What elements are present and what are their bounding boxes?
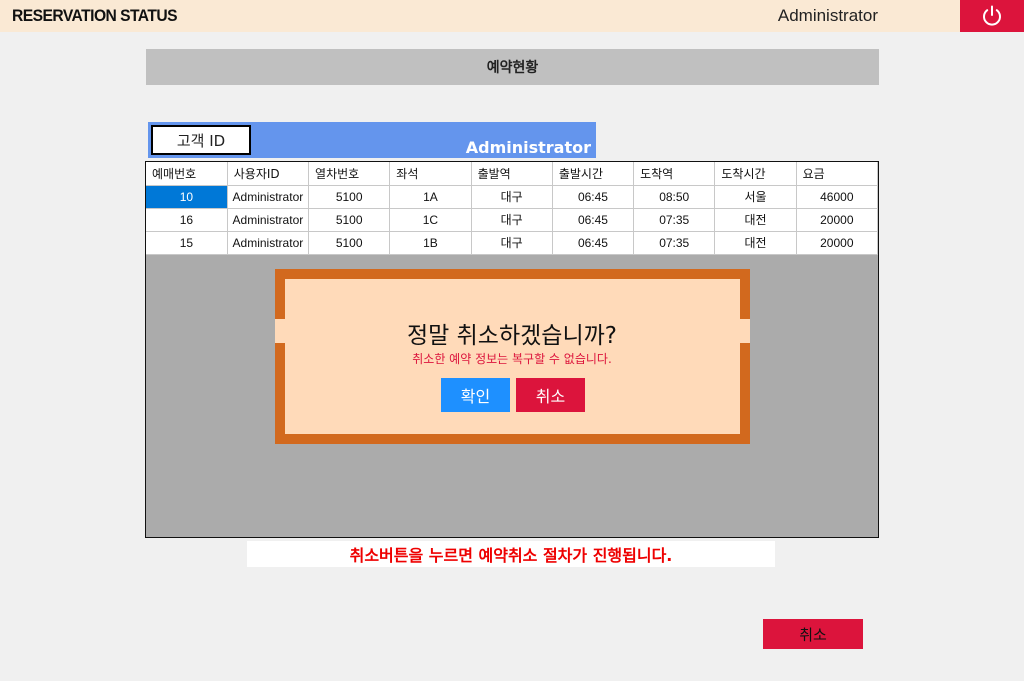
column-header[interactable]: 좌석 (389, 162, 472, 186)
table-cell[interactable]: 5100 (308, 208, 391, 232)
table-cell[interactable]: 1A (389, 185, 472, 209)
table-cell[interactable]: 07:35 (633, 231, 716, 255)
table-cell[interactable]: 5100 (308, 185, 391, 209)
table-cell[interactable]: 대구 (471, 231, 553, 255)
dialog-message: 취소한 예약 정보는 복구할 수 없습니다. (412, 352, 612, 366)
table-cell[interactable]: Administrator (227, 208, 310, 232)
customer-id-button[interactable]: 고객 ID (151, 125, 251, 155)
table-cell[interactable]: 46000 (796, 185, 879, 209)
table-cell[interactable]: 06:45 (552, 231, 635, 255)
table-cell[interactable]: 06:45 (552, 208, 635, 232)
column-header[interactable]: 사용자ID (227, 162, 310, 186)
dialog-title: 정말 취소하겠습니까? (407, 323, 617, 349)
table-cell[interactable]: 20000 (796, 231, 879, 255)
column-header[interactable]: 열차번호 (308, 162, 391, 186)
dialog-cancel-button[interactable]: 취소 (516, 378, 585, 412)
cancel-notice: 취소버튼을 누르면 예약취소 절차가 진행됩니다. (247, 541, 775, 567)
table-cell[interactable]: 5100 (308, 231, 391, 255)
table-cell[interactable]: Administrator (227, 231, 310, 255)
table-cell[interactable]: 20000 (796, 208, 879, 232)
cancel-reservation-button[interactable]: 취소 (763, 619, 863, 649)
top-bar: RESERVATION STATUS Administrator (0, 0, 1024, 32)
user-bar: 고객 ID Administrator (148, 122, 596, 158)
table-cell[interactable]: 1C (389, 208, 472, 232)
table-row[interactable]: 16 Administrator 5100 1C 대구 06:45 07:35 … (146, 208, 879, 232)
reservation-table: 예매번호 사용자ID 열차번호 좌석 출발역 출발시간 도착역 도착시간 요금 … (146, 162, 879, 255)
column-header[interactable]: 도착시간 (714, 162, 797, 186)
column-header[interactable]: 출발시간 (552, 162, 635, 186)
table-cell[interactable]: 10 (146, 185, 228, 209)
column-header[interactable]: 도착역 (633, 162, 716, 186)
table-cell[interactable]: 서울 (714, 185, 797, 209)
user-bar-name: Administrator (465, 138, 591, 157)
table-cell[interactable]: 16 (146, 208, 228, 232)
logged-in-user: Administrator (777, 6, 878, 25)
table-cell[interactable]: 대구 (471, 208, 553, 232)
table-header-row: 예매번호 사용자ID 열차번호 좌석 출발역 출발시간 도착역 도착시간 요금 (146, 162, 879, 186)
table-row[interactable]: 15 Administrator 5100 1B 대구 06:45 07:35 … (146, 231, 879, 255)
power-icon (983, 5, 1001, 26)
column-header[interactable]: 출발역 (471, 162, 553, 186)
table-row[interactable]: 10 Administrator 5100 1A 대구 06:45 08:50 … (146, 185, 879, 209)
table-cell[interactable]: 대구 (471, 185, 553, 209)
page-title: 예약현황 (146, 49, 879, 85)
table-cell[interactable]: 1B (389, 231, 472, 255)
column-header[interactable]: 예매번호 (146, 162, 228, 186)
table-cell[interactable]: 06:45 (552, 185, 635, 209)
table-cell[interactable]: 07:35 (633, 208, 716, 232)
table-cell[interactable]: 15 (146, 231, 228, 255)
confirm-button[interactable]: 확인 (441, 378, 510, 412)
column-header[interactable]: 요금 (796, 162, 879, 186)
table-cell[interactable]: 대전 (714, 231, 797, 255)
app-title: RESERVATION STATUS (12, 6, 178, 25)
table-cell[interactable]: Administrator (227, 185, 310, 209)
table-cell[interactable]: 대전 (714, 208, 797, 232)
table-cell[interactable]: 08:50 (633, 185, 716, 209)
power-button[interactable] (960, 0, 1024, 32)
